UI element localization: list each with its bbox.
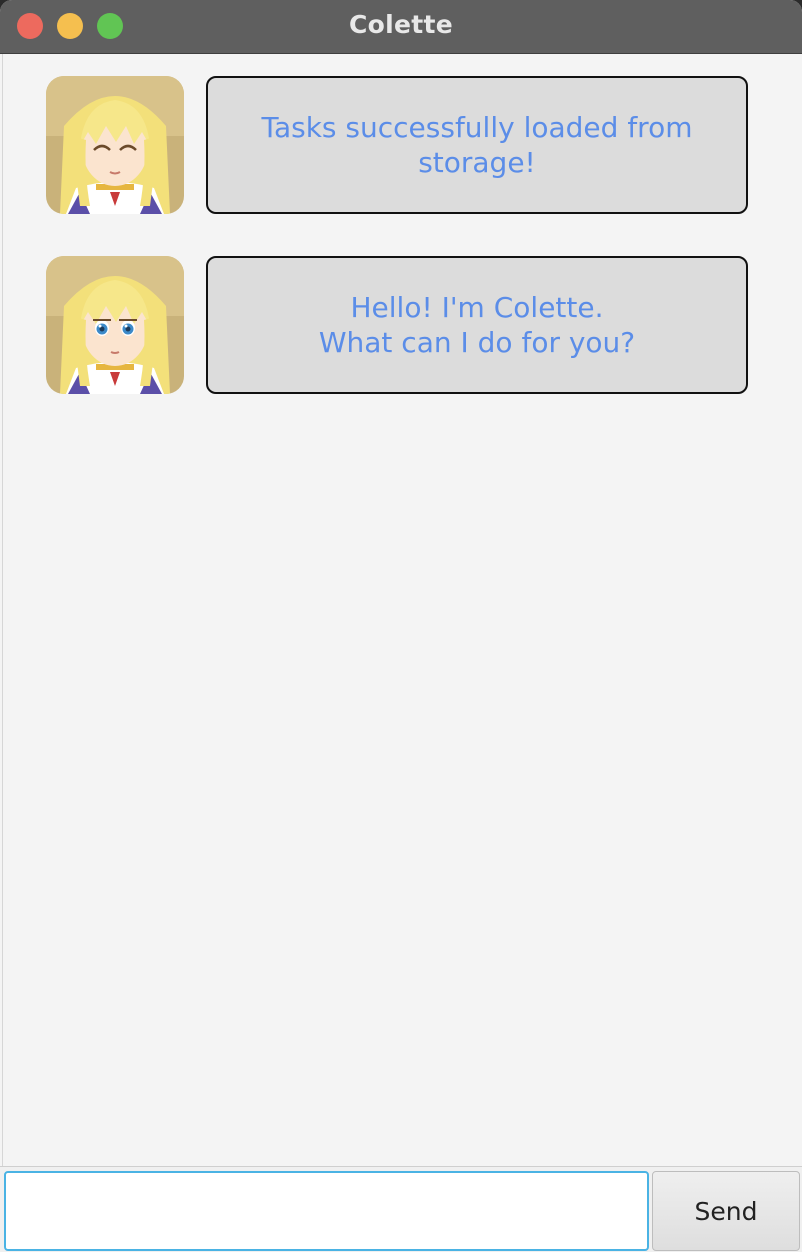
- message-text: Tasks successfully loaded from storage!: [261, 111, 693, 179]
- input-bar: Send: [0, 1166, 802, 1252]
- app-window: Colette Tasks successfully loaded from s…: [0, 0, 802, 1252]
- colette-smiling-avatar: [46, 76, 184, 214]
- dialog-box: Tasks successfully loaded from storage!: [46, 76, 750, 216]
- send-button[interactable]: Send: [652, 1171, 800, 1251]
- user-input-field[interactable]: [4, 1171, 649, 1251]
- dialog-container[interactable]: Tasks successfully loaded from storage!: [2, 54, 802, 1166]
- message-bubble: Hello! I'm Colette. What can I do for yo…: [206, 256, 748, 394]
- message-bubble: Tasks successfully loaded from storage!: [206, 76, 748, 214]
- dialog-box: Hello! I'm Colette. What can I do for yo…: [46, 256, 750, 396]
- title-bar: Colette: [0, 0, 802, 54]
- colette-avatar: [46, 256, 184, 394]
- window-title: Colette: [348, 10, 453, 39]
- message-text: Hello! I'm Colette. What can I do for yo…: [318, 291, 636, 359]
